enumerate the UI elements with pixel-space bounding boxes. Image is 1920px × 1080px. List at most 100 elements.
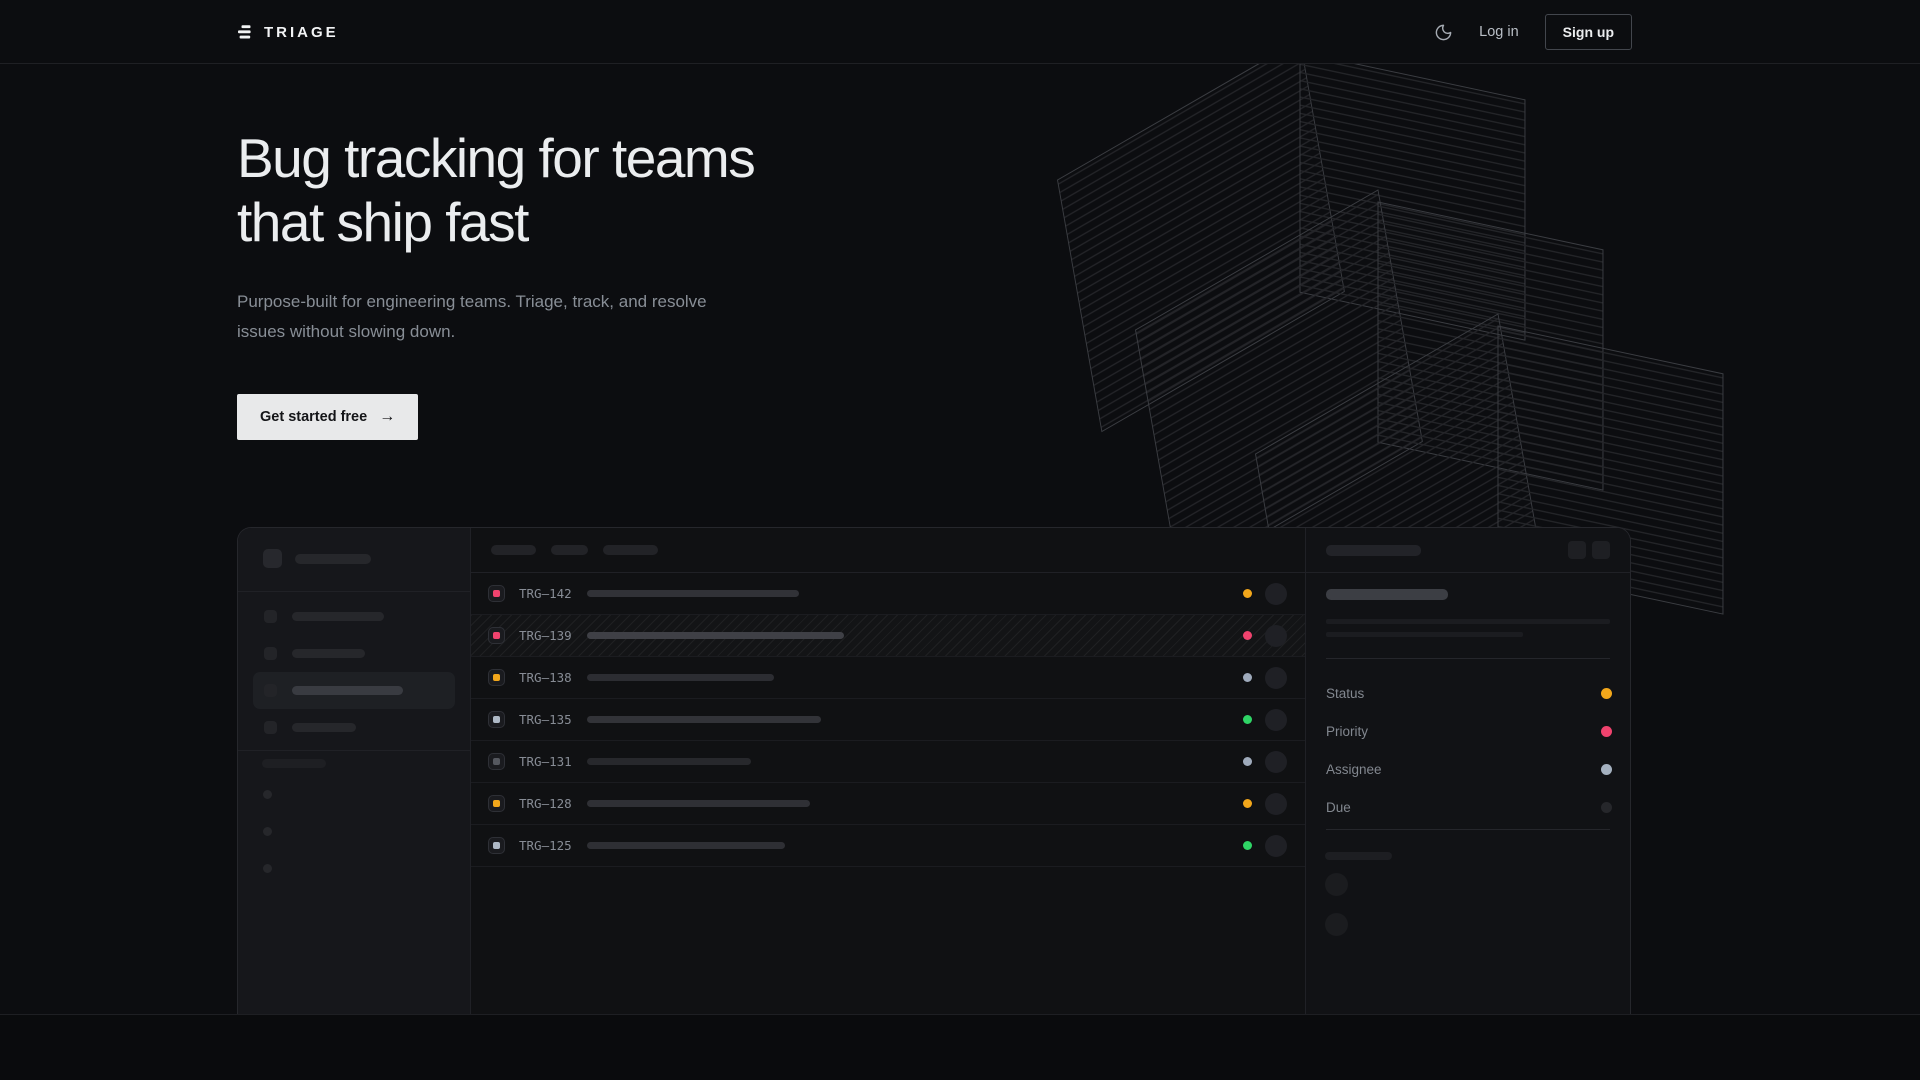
- login-link[interactable]: Log in: [1479, 24, 1519, 40]
- mockup-logo-skeleton: [263, 549, 371, 568]
- issue-row: TRG–135: [471, 699, 1305, 741]
- divider: [238, 591, 470, 592]
- issue-id: TRG–135: [519, 712, 579, 727]
- issue-id: TRG–142: [519, 586, 579, 601]
- skeleton-title-bar: [587, 842, 785, 849]
- brand-logo[interactable]: TRIAGE: [237, 24, 339, 41]
- priority-dot: [1243, 673, 1252, 682]
- skeleton-line: [1326, 632, 1523, 637]
- detail-field-row: Status: [1326, 674, 1612, 712]
- top-nav: TRIAGE Log in Sign up: [0, 0, 1920, 64]
- skeleton-pill: [1326, 545, 1421, 556]
- get-started-label: Get started free: [260, 409, 367, 425]
- mockup-sidebar: [238, 528, 471, 1014]
- field-label: Status: [1326, 686, 1364, 701]
- moon-icon: [1434, 23, 1453, 42]
- issue-row: TRG–139: [471, 615, 1305, 657]
- priority-dot: [1243, 799, 1252, 808]
- field-value-dot: [1601, 802, 1612, 813]
- skeleton-square: [264, 647, 277, 660]
- mockup-nav-item-active: [253, 672, 455, 709]
- avatar: [1265, 835, 1287, 857]
- field-value-dot: [1601, 764, 1612, 775]
- skeleton-title-bar: [587, 800, 810, 807]
- priority-dot: [1243, 715, 1252, 724]
- skeleton-pill: [295, 554, 371, 564]
- field-value-dot: [1601, 688, 1612, 699]
- skeleton-square: [264, 684, 277, 697]
- mockup-issue-list: TRG–142 TRG–139: [471, 528, 1305, 1014]
- hero-title: Bug tracking for teamsthat ship fast: [237, 126, 754, 254]
- skeleton-square: [264, 721, 277, 734]
- get-started-button[interactable]: Get started free →: [237, 394, 418, 440]
- issue-status-icon: [488, 837, 505, 854]
- skeleton-line: [1326, 619, 1610, 624]
- field-label: Priority: [1326, 724, 1368, 739]
- field-label: Assignee: [1326, 762, 1382, 777]
- skeleton-pill: [292, 612, 384, 621]
- skeleton-dot: [263, 864, 272, 873]
- arrow-right-icon: →: [379, 408, 395, 426]
- priority-dot: [1243, 841, 1252, 850]
- hero-subtitle: Purpose-built for engineering teams. Tri…: [237, 287, 707, 347]
- status-dot: [493, 590, 500, 597]
- theme-toggle-button[interactable]: [1434, 23, 1453, 42]
- issue-id: TRG–125: [519, 838, 579, 853]
- field-value-dot: [1601, 726, 1612, 737]
- issue-id: TRG–138: [519, 670, 579, 685]
- mockup-nav-item: [253, 598, 455, 635]
- issue-status-icon: [488, 669, 505, 686]
- avatar: [1265, 625, 1287, 647]
- issue-row: TRG–128: [471, 783, 1305, 825]
- mockup-detail-panel: Status Priority Assignee Due: [1305, 528, 1630, 1014]
- skeleton-dot: [263, 827, 272, 836]
- avatar: [1265, 793, 1287, 815]
- detail-field-row: Due: [1326, 788, 1612, 826]
- skeleton-pill: [262, 759, 326, 768]
- issue-status-icon: [488, 753, 505, 770]
- skeleton-pill: [292, 686, 403, 695]
- status-dot: [493, 632, 500, 639]
- issue-id: TRG–128: [519, 796, 579, 811]
- skeleton-avatar: [1325, 873, 1348, 896]
- issue-row: TRG–138: [471, 657, 1305, 699]
- skeleton-dot: [263, 790, 272, 799]
- divider: [238, 750, 470, 751]
- priority-dot: [1243, 631, 1252, 640]
- avatar: [1265, 709, 1287, 731]
- issue-status-icon: [488, 585, 505, 602]
- issue-id: TRG–131: [519, 754, 579, 769]
- hero-section: Bug tracking for teamsthat ship fast Pur…: [237, 126, 754, 440]
- brand-name: TRIAGE: [264, 24, 339, 41]
- skeleton-title-bar: [587, 674, 774, 681]
- app-mockup: TRG–142 TRG–139: [237, 527, 1631, 1014]
- detail-field-row: Priority: [1326, 712, 1612, 750]
- issue-id: TRG–139: [519, 628, 579, 643]
- divider: [1326, 658, 1610, 659]
- skeleton-title-bar: [587, 716, 821, 723]
- status-dot: [493, 674, 500, 681]
- mockup-nav-item: [253, 635, 455, 672]
- skeleton-tab: [603, 545, 658, 555]
- skeleton-title-bar: [587, 632, 844, 639]
- issue-status-icon: [488, 627, 505, 644]
- skeleton-avatar: [1325, 913, 1348, 936]
- signup-button[interactable]: Sign up: [1545, 14, 1632, 50]
- status-dot: [493, 842, 500, 849]
- status-dot: [493, 758, 500, 765]
- skeleton-pill: [1325, 852, 1392, 860]
- avatar: [1265, 667, 1287, 689]
- skeleton-title: [1326, 589, 1448, 600]
- divider: [1326, 829, 1610, 830]
- status-dot: [493, 716, 500, 723]
- issue-row: TRG–131: [471, 741, 1305, 783]
- skeleton-tab: [491, 545, 536, 555]
- skeleton-button: [1568, 541, 1586, 559]
- avatar: [1265, 583, 1287, 605]
- footer-band: [0, 1014, 1920, 1080]
- detail-fields: Status Priority Assignee Due: [1326, 674, 1612, 826]
- skeleton-title-bar: [587, 758, 751, 765]
- skeleton-square: [263, 549, 282, 568]
- priority-dot: [1243, 589, 1252, 598]
- issue-row: TRG–142: [471, 573, 1305, 615]
